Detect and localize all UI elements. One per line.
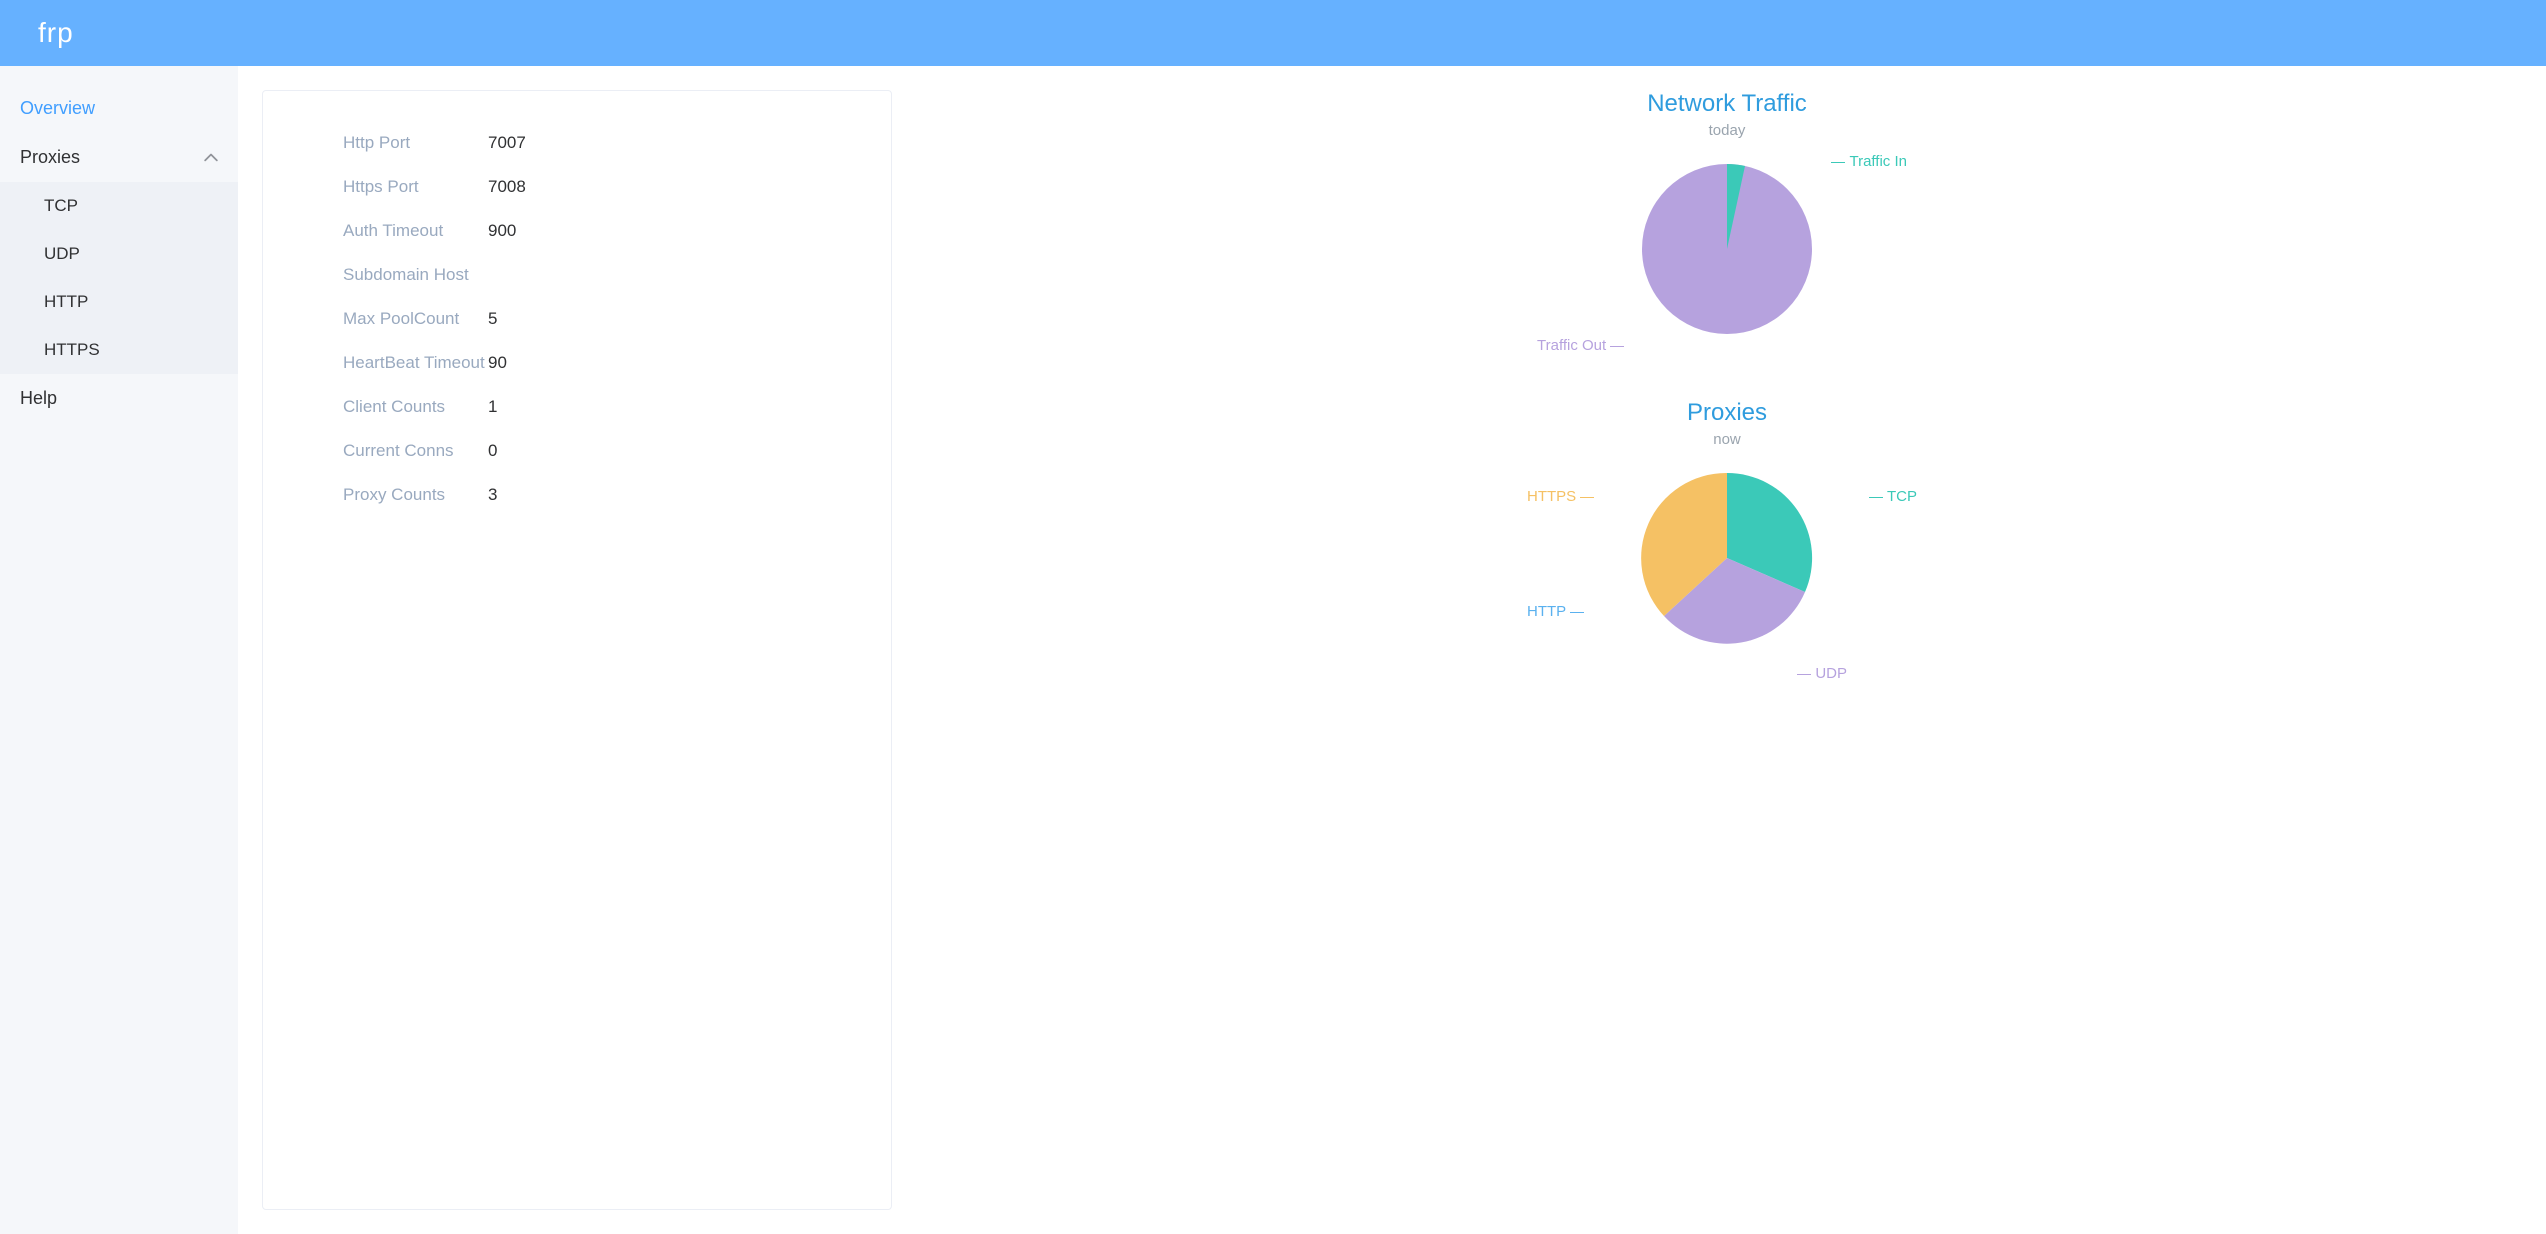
stat-row: HeartBeat Timeout90 [283,341,871,385]
stat-value: 5 [488,309,497,329]
main-content: Http Port7007 Https Port7008 Auth Timeou… [238,66,2546,1234]
stat-row: Http Port7007 [283,121,871,165]
app-header: frp [0,0,2546,66]
stat-value: 90 [488,353,507,373]
chart-title: Network Traffic [1647,90,1807,118]
stat-label: Subdomain Host [283,265,488,285]
sidebar-item-help[interactable]: Help [0,374,238,423]
stat-value: 7008 [488,177,526,197]
stat-label: Http Port [283,133,488,153]
stat-label: Https Port [283,177,488,197]
stat-value: 7007 [488,133,526,153]
stat-row: Subdomain Host [283,253,871,297]
sidebar-item-udp[interactable]: UDP [0,230,238,278]
stat-row: Auth Timeout900 [283,209,871,253]
charts-column: Network Traffic today Traffic In Traffic… [892,90,2522,1210]
stat-label: Max PoolCount [283,309,488,329]
pie-chart: TCP UDP HTTP HTTPS [1527,458,1927,678]
pie-svg [1627,149,1827,349]
sidebar-item-label: TCP [44,196,78,216]
stat-row: Proxy Counts3 [283,473,871,517]
layout: Overview Proxies TCP UDP HTTP HTTPS Help… [0,66,2546,1234]
pie-label-udp: UDP [1793,665,1847,682]
stat-row: Client Counts1 [283,385,871,429]
stat-row: Https Port7008 [283,165,871,209]
app-title: frp [38,17,74,49]
proxies-chart: Proxies now TCP UDP HTTP HTTPS [932,399,2522,678]
chart-subtitle: today [1709,122,1746,139]
stat-label: Auth Timeout [283,221,488,241]
sidebar: Overview Proxies TCP UDP HTTP HTTPS Help [0,66,238,1234]
sidebar-proxies-submenu: TCP UDP HTTP HTTPS [0,182,238,374]
stat-label: Current Conns [283,441,488,461]
sidebar-item-label: HTTP [44,292,88,312]
pie-label-http: HTTP [1527,603,1588,620]
stat-value: 0 [488,441,497,461]
chart-title: Proxies [1687,399,1767,427]
pie-label-traffic-out: Traffic Out [1537,337,1628,354]
sidebar-item-label: HTTPS [44,340,100,360]
sidebar-item-label: Overview [20,98,95,119]
stat-value: 900 [488,221,516,241]
chart-subtitle: now [1713,431,1741,448]
stat-value: 1 [488,397,497,417]
pie-label-tcp: TCP [1865,488,1917,505]
sidebar-item-overview[interactable]: Overview [0,84,238,133]
stat-row: Current Conns0 [283,429,871,473]
sidebar-item-label: Proxies [20,147,80,168]
sidebar-item-tcp[interactable]: TCP [0,182,238,230]
pie-chart: Traffic In Traffic Out [1527,149,1927,369]
pie-label-https: HTTPS [1527,488,1598,505]
stat-label: Client Counts [283,397,488,417]
sidebar-item-https[interactable]: HTTPS [0,326,238,374]
stat-row: Max PoolCount5 [283,297,871,341]
sidebar-item-label: Help [20,388,57,409]
stat-label: Proxy Counts [283,485,488,505]
stats-card: Http Port7007 Https Port7008 Auth Timeou… [262,90,892,1210]
sidebar-item-label: UDP [44,244,80,264]
stat-value: 3 [488,485,497,505]
pie-label-traffic-in: Traffic In [1827,153,1907,170]
pie-svg [1627,458,1827,658]
sidebar-item-http[interactable]: HTTP [0,278,238,326]
chevron-up-icon [204,151,218,165]
sidebar-item-proxies[interactable]: Proxies [0,133,238,182]
network-traffic-chart: Network Traffic today Traffic In Traffic… [932,90,2522,369]
stat-label: HeartBeat Timeout [283,353,488,373]
